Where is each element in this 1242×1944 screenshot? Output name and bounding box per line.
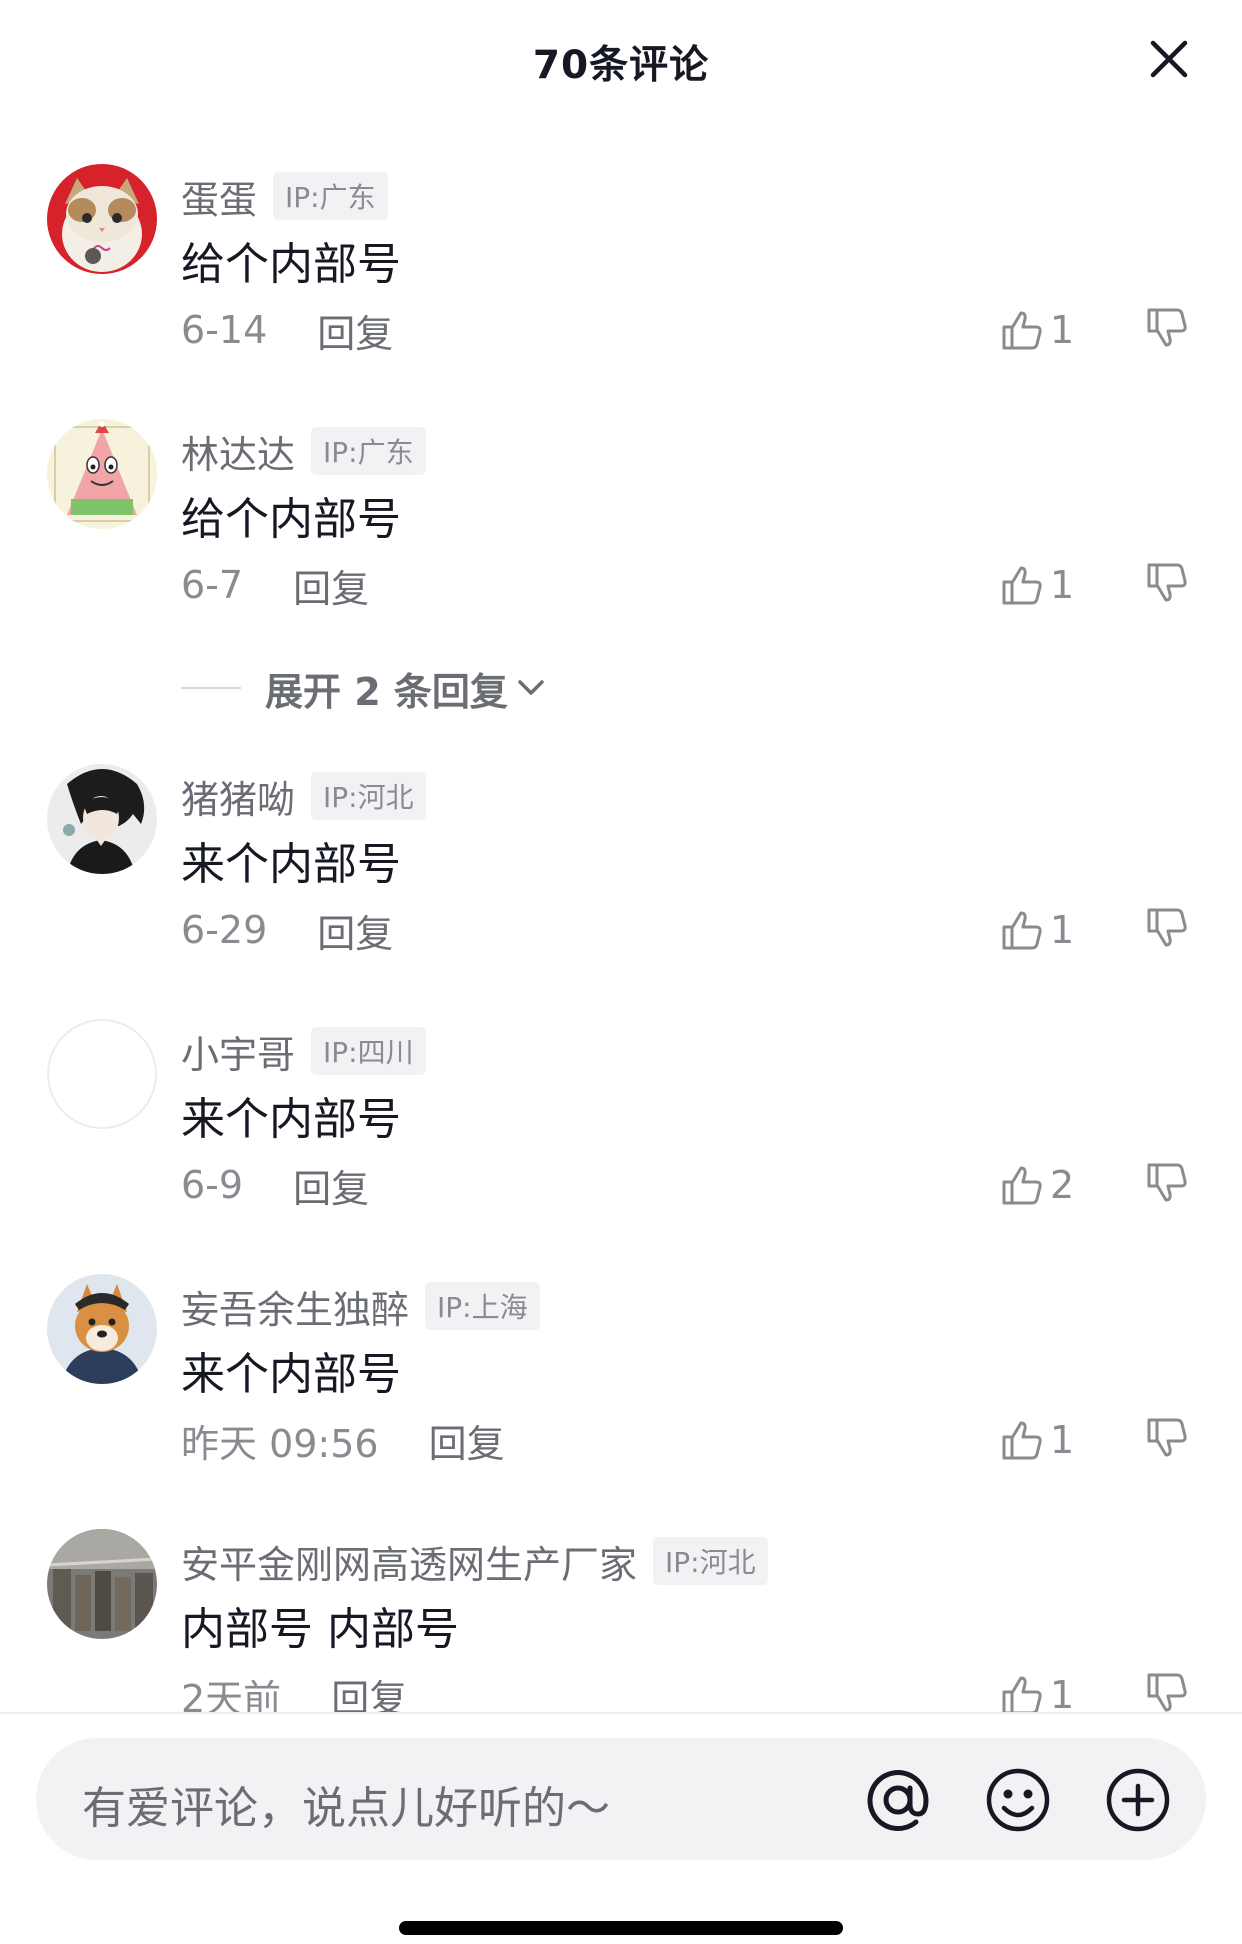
dislike-button[interactable]	[1145, 1671, 1189, 1712]
username[interactable]: 蛋蛋	[181, 169, 257, 224]
reply-button[interactable]: 回复	[317, 303, 393, 358]
cat-avatar[interactable]	[47, 164, 157, 274]
shiba-dog-avatar[interactable]	[47, 1274, 157, 1384]
ip-badge: IP:四川	[311, 1027, 426, 1075]
dislike-button[interactable]	[1145, 1416, 1189, 1460]
thumbs-up-icon	[1002, 566, 1042, 605]
like-count: 1	[1050, 563, 1075, 607]
emoji-icon[interactable]	[984, 1766, 1052, 1834]
like-count: 1	[1050, 308, 1075, 352]
comment-date: 6-29	[181, 908, 268, 952]
ip-badge: IP:广东	[311, 427, 426, 475]
comment-item: 小宇哥 IP:四川 来个内部号 6-9 回复 2	[0, 1019, 1242, 1259]
username[interactable]: 妄吾余生独醉	[181, 1279, 409, 1334]
comment-input-placeholder: 有爱评论，说点儿好听的～	[82, 1783, 610, 1834]
comment-item: 妄吾余生独醉 IP:上海 来个内部号 昨天 09:56 回复 1	[0, 1274, 1242, 1514]
username[interactable]: 林达达	[181, 424, 295, 479]
like-count: 1	[1050, 908, 1075, 952]
reply-button[interactable]: 回复	[317, 903, 393, 958]
patrick-star-avatar[interactable]	[47, 419, 157, 529]
comment-text: 给个内部号	[181, 239, 401, 290]
comment-input[interactable]: 有爱评论，说点儿好听的～	[36, 1738, 1206, 1860]
thumbs-up-icon	[1002, 1676, 1042, 1712]
reply-button[interactable]: 回复	[429, 1413, 505, 1468]
home-indicator[interactable]	[399, 1921, 843, 1935]
comment-date: 6-7	[181, 563, 244, 607]
blank-avatar[interactable]	[47, 1019, 157, 1129]
username[interactable]: 猪猪呦	[181, 769, 295, 824]
thumbs-down-icon	[1147, 308, 1187, 347]
dislike-button[interactable]	[1145, 906, 1189, 950]
thumbs-up-icon	[1002, 911, 1042, 950]
factory-photo-avatar[interactable]	[47, 1529, 157, 1639]
expand-replies-button[interactable]: 展开 2 条回复	[181, 662, 548, 714]
like-button[interactable]: 1	[1000, 904, 1074, 956]
thumbs-up-icon	[1002, 311, 1042, 350]
dislike-button[interactable]	[1145, 1161, 1189, 1205]
thumbs-down-icon	[1147, 908, 1187, 947]
ip-badge: IP:广东	[273, 172, 388, 220]
comment-item: 林达达 IP:广东 给个内部号 6-7 回复 1	[0, 419, 1242, 659]
expand-divider-line	[181, 687, 241, 689]
like-button[interactable]: 1	[1000, 1414, 1074, 1466]
dislike-button[interactable]	[1145, 306, 1189, 350]
comment-text: 来个内部号	[181, 839, 401, 890]
comment-text: 给个内部号	[181, 494, 401, 545]
ip-badge: IP:河北	[653, 1537, 768, 1585]
comment-date: 6-14	[181, 308, 268, 352]
input-divider	[0, 1712, 1242, 1714]
reply-button[interactable]: 回复	[331, 1668, 407, 1713]
thumbs-down-icon	[1147, 1163, 1187, 1202]
anime-boy-avatar[interactable]	[47, 764, 157, 874]
comment-list[interactable]: 蛋蛋 IP:广东 给个内部号 6-14 回复 1 林达达 IP:广东 给个内部号…	[0, 0, 1242, 1712]
like-button[interactable]: 1	[1000, 304, 1074, 356]
comment-item: 猪猪呦 IP:河北 来个内部号 6-29 回复 1	[0, 764, 1242, 1004]
chevron-down-icon	[518, 680, 544, 695]
username[interactable]: 小宇哥	[181, 1024, 295, 1079]
comment-date: 2天前	[181, 1676, 282, 1713]
reply-button[interactable]: 回复	[293, 558, 369, 613]
like-count: 2	[1050, 1163, 1075, 1207]
thumbs-down-icon	[1147, 563, 1187, 602]
ip-badge: IP:河北	[311, 772, 426, 820]
expand-replies-label: 展开 2 条回复	[265, 669, 508, 714]
reply-button[interactable]: 回复	[293, 1158, 369, 1213]
add-plus-icon[interactable]	[1104, 1766, 1172, 1834]
thumbs-up-icon	[1002, 1166, 1042, 1205]
like-button[interactable]: 2	[1000, 1159, 1074, 1211]
dislike-button[interactable]	[1145, 561, 1189, 605]
like-count: 1	[1050, 1418, 1075, 1462]
thumbs-up-icon	[1002, 1421, 1042, 1460]
like-count: 1	[1050, 1673, 1075, 1712]
comment-text: 内部号 内部号	[181, 1604, 459, 1655]
ip-badge: IP:上海	[425, 1282, 540, 1330]
like-button[interactable]: 1	[1000, 559, 1074, 611]
username[interactable]: 安平金刚网高透网生产厂家	[181, 1534, 637, 1589]
thumbs-down-icon	[1147, 1673, 1187, 1712]
like-button[interactable]: 1	[1000, 1669, 1074, 1712]
comment-item: 蛋蛋 IP:广东 给个内部号 6-14 回复 1	[0, 164, 1242, 404]
comment-text: 来个内部号	[181, 1349, 401, 1400]
thumbs-down-icon	[1147, 1418, 1187, 1457]
comment-date: 6-9	[181, 1163, 244, 1207]
comment-date: 昨天 09:56	[181, 1421, 379, 1466]
comment-item: 安平金刚网高透网生产厂家 IP:河北 内部号 内部号 2天前 回复 1	[0, 1529, 1242, 1712]
comment-text: 来个内部号	[181, 1094, 401, 1145]
at-mention-icon[interactable]	[864, 1766, 932, 1834]
